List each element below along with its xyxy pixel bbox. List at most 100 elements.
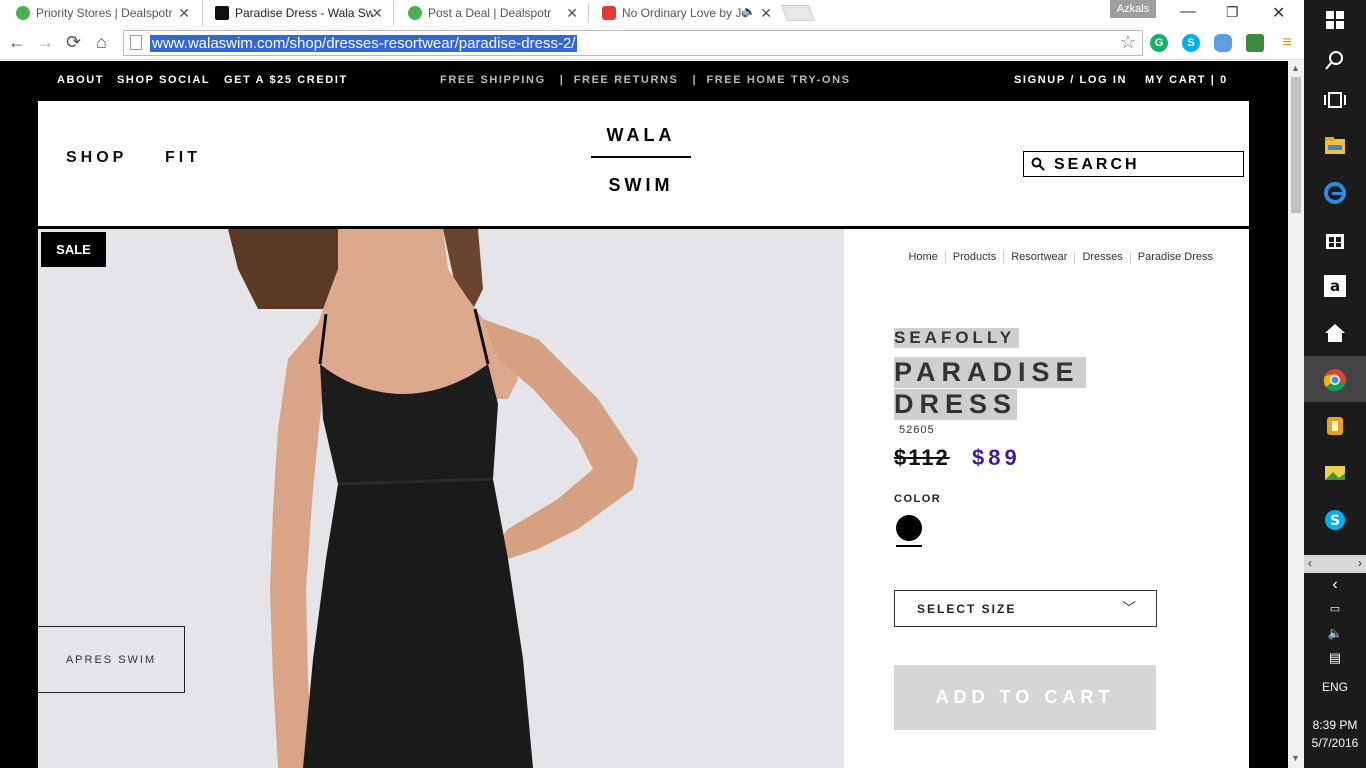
maximize-icon[interactable]: ❐ xyxy=(1226,4,1239,21)
chevron-right-icon[interactable]: › xyxy=(1358,556,1362,570)
amazon-icon[interactable]: a xyxy=(1323,274,1347,298)
color-swatch-black[interactable] xyxy=(896,515,922,541)
onedrive-extension-icon[interactable] xyxy=(1214,34,1232,52)
product-title-line2: DRESS xyxy=(894,389,1018,420)
product-brand: SEAFOLLY xyxy=(894,328,1020,348)
apres-swim-tag[interactable]: APRES SWIM xyxy=(38,626,185,693)
bookmark-star-icon[interactable]: ☆ xyxy=(1120,32,1136,53)
shipping-promo: FREE SHIPPING | FREE RETURNS | FREE HOME… xyxy=(440,74,851,86)
breadcrumb-resortwear[interactable]: Resortwear xyxy=(1003,251,1074,263)
page-scrollbar[interactable]: ▲ ▼ xyxy=(1288,61,1304,768)
volume-icon[interactable]: 🔈 xyxy=(1304,626,1366,640)
search-icon xyxy=(1031,157,1045,171)
tab-separator xyxy=(588,4,589,22)
archive-app-icon[interactable] xyxy=(1323,414,1347,438)
chrome-icon[interactable] xyxy=(1323,368,1347,392)
dealspotr-favicon-icon xyxy=(408,6,422,20)
shield-extension-icon[interactable] xyxy=(1246,34,1264,52)
credit-link[interactable]: GET A $25 CREDIT xyxy=(224,74,348,86)
color-label: COLOR xyxy=(894,493,942,505)
web-page: ABOUT SHOP SOCIAL GET A $25 CREDIT FREE … xyxy=(0,61,1288,768)
window-close-icon[interactable]: ✕ xyxy=(1272,3,1285,23)
profile-button[interactable]: Azkals xyxy=(1110,0,1156,18)
breadcrumb-home[interactable]: Home xyxy=(901,251,944,263)
windows-start-icon[interactable] xyxy=(1323,8,1347,32)
dealspotr-favicon-icon xyxy=(16,6,30,20)
site-header: SHOP FIT WALA SWIM SEARCH xyxy=(38,101,1249,228)
home-icon[interactable]: ⌂ xyxy=(96,32,107,53)
chevron-down-icon: ﹀ xyxy=(1122,600,1136,616)
back-arrow-icon[interactable]: ← xyxy=(8,32,26,53)
store-icon[interactable] xyxy=(1323,227,1347,251)
breadcrumb-products[interactable]: Products xyxy=(944,251,1003,263)
size-select-label: SELECT SIZE xyxy=(917,602,1017,616)
windows-taskbar: a S ‹ › ‹ ▭ 🔈 ▤ ENG 8:39 PM 5/7/2016 xyxy=(1304,0,1366,768)
breadcrumb-dresses[interactable]: Dresses xyxy=(1074,251,1129,263)
sale-price: $89 xyxy=(972,445,1021,470)
clock-time[interactable]: 8:39 PM xyxy=(1304,718,1366,732)
search-icon[interactable] xyxy=(1323,48,1347,72)
breadcrumb: Home Products Resortwear Dresses Paradise Dr… xyxy=(844,251,1220,263)
logo-divider xyxy=(591,156,691,158)
clock-date[interactable]: 5/7/2016 xyxy=(1304,736,1366,750)
grammarly-extension-icon[interactable]: G xyxy=(1150,34,1168,52)
tab-close-icon[interactable]: ✕ xyxy=(760,5,772,22)
top-utility-bar: ABOUT SHOP SOCIAL GET A $25 CREDIT FREE … xyxy=(0,61,1288,101)
browser-tab[interactable]: Post a Deal | Dealspotr ✕ xyxy=(396,0,588,26)
browser-tab[interactable]: No Ordinary Love by Je 🔈 ✕ xyxy=(590,0,782,26)
walaswim-favicon-icon xyxy=(215,6,229,20)
scroll-down-icon[interactable]: ▼ xyxy=(1291,753,1300,763)
chevron-left-icon[interactable]: ‹ xyxy=(1308,556,1312,570)
search-box[interactable]: SEARCH xyxy=(1023,151,1244,177)
taskbar-scroll[interactable]: ‹ › xyxy=(1304,555,1366,573)
size-select[interactable]: SELECT SIZE ﹀ xyxy=(894,590,1157,627)
action-center-icon[interactable]: ▤ xyxy=(1304,650,1366,666)
nav-shop[interactable]: SHOP xyxy=(66,149,127,167)
browser-tab-bar: Priority Stores | Dealspotr ✕ Paradise D… xyxy=(0,0,1304,26)
shop-social-link[interactable]: SHOP SOCIAL xyxy=(117,74,210,86)
browser-tab[interactable]: Priority Stores | Dealspotr ✕ xyxy=(4,0,200,26)
sale-badge: SALE xyxy=(41,232,106,267)
browser-toolbar: ← → ⟳ ⌂ www.walaswim.com/shop/dresses-re… xyxy=(0,26,1304,60)
logo-text-top: WALA xyxy=(606,125,676,145)
language-indicator[interactable]: ENG xyxy=(1304,680,1366,694)
forward-arrow-icon[interactable]: → xyxy=(36,32,54,53)
edge-browser-icon[interactable] xyxy=(1323,181,1347,205)
page-icon xyxy=(130,35,142,50)
home-icon[interactable] xyxy=(1323,321,1347,345)
scrollbar-thumb[interactable] xyxy=(1291,77,1301,213)
audio-playing-icon[interactable]: 🔈 xyxy=(742,5,756,18)
menu-icon[interactable]: ≡ xyxy=(1278,34,1296,52)
cart-link[interactable]: MY CART | 0 xyxy=(1145,74,1228,86)
show-hidden-icons-chevron-icon[interactable]: ‹ xyxy=(1304,576,1366,594)
about-link[interactable]: ABOUT xyxy=(57,74,104,86)
new-tab-button[interactable] xyxy=(781,5,815,21)
minimize-icon[interactable]: — xyxy=(1180,3,1196,21)
product-image[interactable]: SALE APRES SWIM xyxy=(38,229,844,768)
tab-close-icon[interactable]: ✕ xyxy=(371,5,383,22)
selected-swatch-underline xyxy=(896,545,922,547)
nav-fit[interactable]: FIT xyxy=(165,149,201,167)
skype-icon[interactable]: S xyxy=(1323,508,1347,532)
battery-icon[interactable]: ▭ xyxy=(1304,602,1366,615)
scroll-up-icon[interactable]: ▲ xyxy=(1291,63,1300,73)
url-text[interactable]: www.walaswim.com/shop/dresses-resortwear… xyxy=(150,35,578,52)
breadcrumb-current: Paradise Dress xyxy=(1129,251,1220,263)
address-bar[interactable]: www.walaswim.com/shop/dresses-resortwear… xyxy=(123,30,1143,56)
original-price: $112 xyxy=(894,445,950,470)
svg-text:S: S xyxy=(1330,513,1340,529)
product-info-panel: Home Products Resortwear Dresses Paradise Dr… xyxy=(844,229,1249,768)
task-view-icon[interactable] xyxy=(1323,88,1347,112)
logo-text-bottom: SWIM xyxy=(608,175,674,195)
youtube-favicon-icon xyxy=(602,6,616,20)
file-explorer-icon[interactable] xyxy=(1323,134,1347,158)
signup-login-link[interactable]: SIGNUP / LOG IN xyxy=(1014,74,1127,86)
tab-close-icon[interactable]: ✕ xyxy=(178,5,190,22)
reload-icon[interactable]: ⟳ xyxy=(66,32,81,53)
skype-extension-icon[interactable]: S xyxy=(1182,34,1200,52)
browser-tab-active[interactable]: Paradise Dress - Wala Swim ✕ xyxy=(202,0,394,26)
add-to-cart-button[interactable]: ADD TO CART xyxy=(894,665,1156,730)
photos-app-icon[interactable] xyxy=(1323,461,1347,485)
tab-close-icon[interactable]: ✕ xyxy=(566,5,578,22)
svg-text:a: a xyxy=(1330,277,1340,295)
